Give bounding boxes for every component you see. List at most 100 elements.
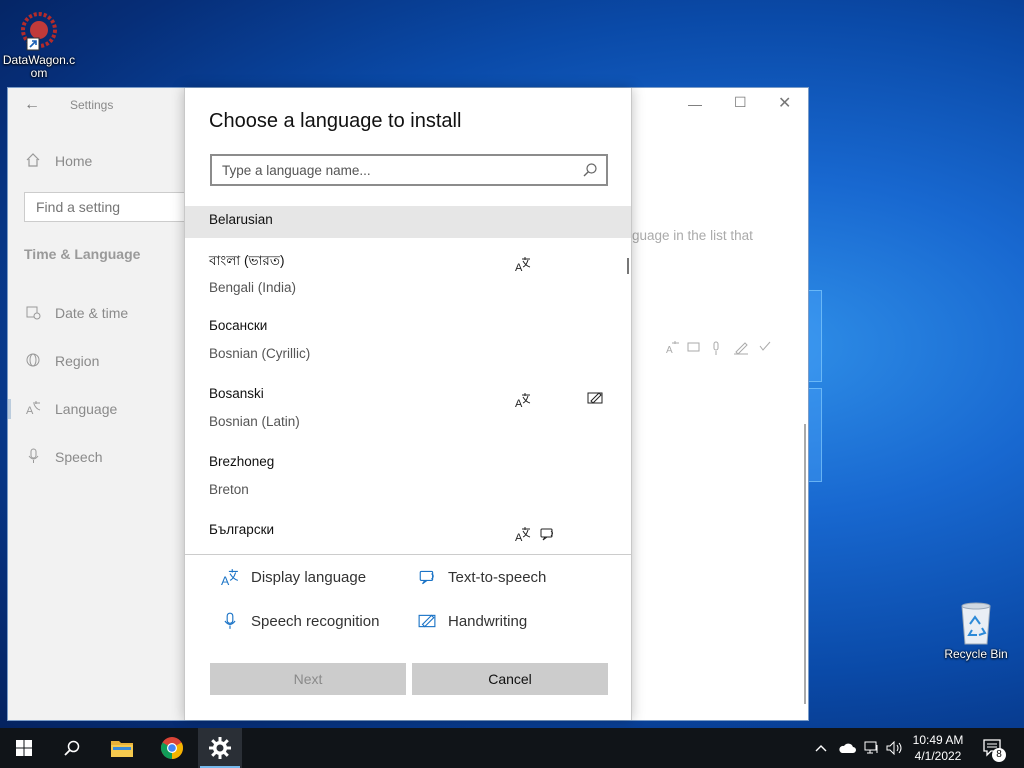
svg-text:A: A: [515, 262, 523, 272]
desktop-icon-label: Recycle Bin: [944, 647, 1008, 661]
display-language-icon: A: [221, 569, 239, 586]
file-explorer-icon: [111, 741, 133, 757]
nav-item-label: Speech: [55, 449, 103, 465]
language-native-name: Босански: [209, 318, 268, 333]
svg-text:A: A: [515, 532, 523, 542]
clock-date: 4/1/2022: [914, 749, 962, 763]
list-item[interactable]: Brezhoneg Breton: [185, 446, 631, 512]
settings-scrollbar[interactable]: [804, 424, 806, 704]
taskbar-file-explorer[interactable]: [98, 728, 146, 768]
list-item[interactable]: Bosanski Bosnian (Latin) A: [185, 378, 631, 444]
legend-display-language: A Display language: [221, 568, 367, 587]
minimize-button[interactable]: —: [688, 96, 702, 112]
calendar-clock-icon: [24, 304, 42, 322]
search-button[interactable]: [48, 728, 96, 768]
globe-icon: [24, 352, 42, 370]
system-clock[interactable]: 10:49 AM 4/1/2022: [906, 732, 970, 764]
volume-icon[interactable]: [886, 728, 904, 768]
display-language-icon: A: [515, 393, 531, 408]
text-to-speech-icon: [540, 528, 553, 541]
list-item[interactable]: বাংলা (ভারত) Bengali (India) A: [185, 242, 631, 308]
language-search-input[interactable]: [212, 156, 562, 184]
desktop-light-pane: [808, 290, 822, 382]
language-english-name: Bengali (India): [209, 280, 297, 295]
svg-text:A: A: [515, 398, 523, 408]
list-item[interactable]: Belarusian: [185, 206, 631, 238]
close-button[interactable]: ✕: [778, 93, 791, 113]
nav-region[interactable]: Region: [24, 352, 99, 370]
nav-date-time[interactable]: Date & time: [24, 304, 128, 322]
language-native-name: Bosanski: [209, 386, 264, 401]
start-icon: [16, 740, 32, 756]
nav-item-label: Date & time: [55, 305, 129, 321]
taskbar-chrome[interactable]: [148, 728, 196, 768]
svg-text:A: A: [666, 345, 679, 356]
svg-text:A: A: [26, 405, 34, 416]
language-native-name: Български: [209, 522, 275, 537]
notification-count-badge: 8: [992, 748, 1006, 762]
legend-label: Speech recognition: [251, 612, 380, 630]
language-list: Belarusian বাংলা (ভারত) Bengali (India) …: [185, 206, 631, 554]
settings-gear-icon: [209, 737, 231, 759]
chrome-icon: [161, 737, 183, 759]
home-icon: [24, 152, 42, 170]
language-english-name: Bosnian (Cyrillic): [209, 346, 311, 361]
settings-sidebar: ← Settings Home Time & Language Date & t…: [8, 88, 192, 720]
nav-home-label: Home: [55, 153, 93, 169]
desktop-icon-recycle-bin[interactable]: Recycle Bin: [940, 600, 1012, 661]
dialog-title: Choose a language to install: [209, 110, 462, 132]
background-feature-icons: A: [666, 340, 778, 359]
svg-text:A: A: [221, 574, 230, 586]
notification-center-icon[interactable]: 8: [982, 728, 1008, 768]
legend-label: Handwriting: [448, 612, 528, 630]
taskbar: 10:49 AM 4/1/2022 8: [0, 728, 1024, 768]
tray-chevron-icon[interactable]: [814, 728, 828, 768]
recycle-bin-icon: [956, 600, 996, 646]
nav-language[interactable]: A Language: [24, 400, 117, 418]
microphone-icon: [24, 448, 42, 466]
handwriting-icon: [587, 392, 603, 404]
clock-time: 10:49 AM: [912, 733, 964, 747]
nav-item-label: Language: [55, 401, 118, 417]
legend-handwriting: Handwriting: [418, 612, 527, 630]
list-item[interactable]: Босански Bosnian (Cyrillic): [185, 310, 631, 376]
list-item[interactable]: Български A: [185, 514, 631, 554]
maximize-button[interactable]: ☐: [734, 94, 747, 111]
desktop-light-pane: [808, 388, 822, 482]
back-arrow-icon[interactable]: ←: [24, 96, 40, 114]
start-button[interactable]: [0, 728, 48, 768]
cancel-button[interactable]: Cancel: [412, 663, 608, 695]
search-icon: [64, 740, 80, 756]
microphone-icon: [224, 612, 236, 629]
choose-language-dialog: Choose a language to install Belarusian …: [184, 88, 632, 720]
onedrive-cloud-icon[interactable]: [838, 728, 856, 768]
legend-label: Text-to-speech: [448, 568, 547, 586]
list-scrollbar-thumb[interactable]: [627, 258, 629, 274]
selection-indicator: [8, 399, 11, 419]
display-language-icon: A: [515, 257, 531, 272]
taskbar-settings[interactable]: [198, 728, 242, 768]
nav-speech[interactable]: Speech: [24, 448, 102, 466]
find-setting-input[interactable]: [24, 192, 192, 222]
desktop-icon-label: DataWagon.com: [2, 53, 76, 80]
legend-speech-recognition: Speech recognition: [221, 612, 379, 630]
language-english-name: Breton: [209, 482, 249, 497]
language-search-box[interactable]: [210, 154, 608, 186]
desktop-icon-datawagon[interactable]: DataWagon.com: [2, 8, 76, 80]
legend-text-to-speech: Text-to-speech: [418, 568, 546, 586]
language-native-name: Belarusian: [209, 212, 273, 227]
handwriting-icon: [418, 614, 436, 628]
background-description: guage in the list that: [632, 228, 753, 243]
network-icon[interactable]: [864, 728, 880, 768]
search-icon[interactable]: [582, 162, 598, 178]
language-native-name: Brezhoneg: [209, 454, 275, 469]
divider: [185, 554, 631, 555]
legend-label: Display language: [251, 568, 367, 586]
display-language-icon: A: [515, 527, 531, 542]
nav-item-label: Region: [55, 353, 100, 369]
next-button[interactable]: Next: [210, 663, 406, 695]
nav-home[interactable]: Home: [24, 152, 92, 170]
section-heading: Time & Language: [24, 246, 141, 262]
language-icon: A: [24, 400, 42, 418]
language-english-name: Bosnian (Latin): [209, 414, 300, 429]
